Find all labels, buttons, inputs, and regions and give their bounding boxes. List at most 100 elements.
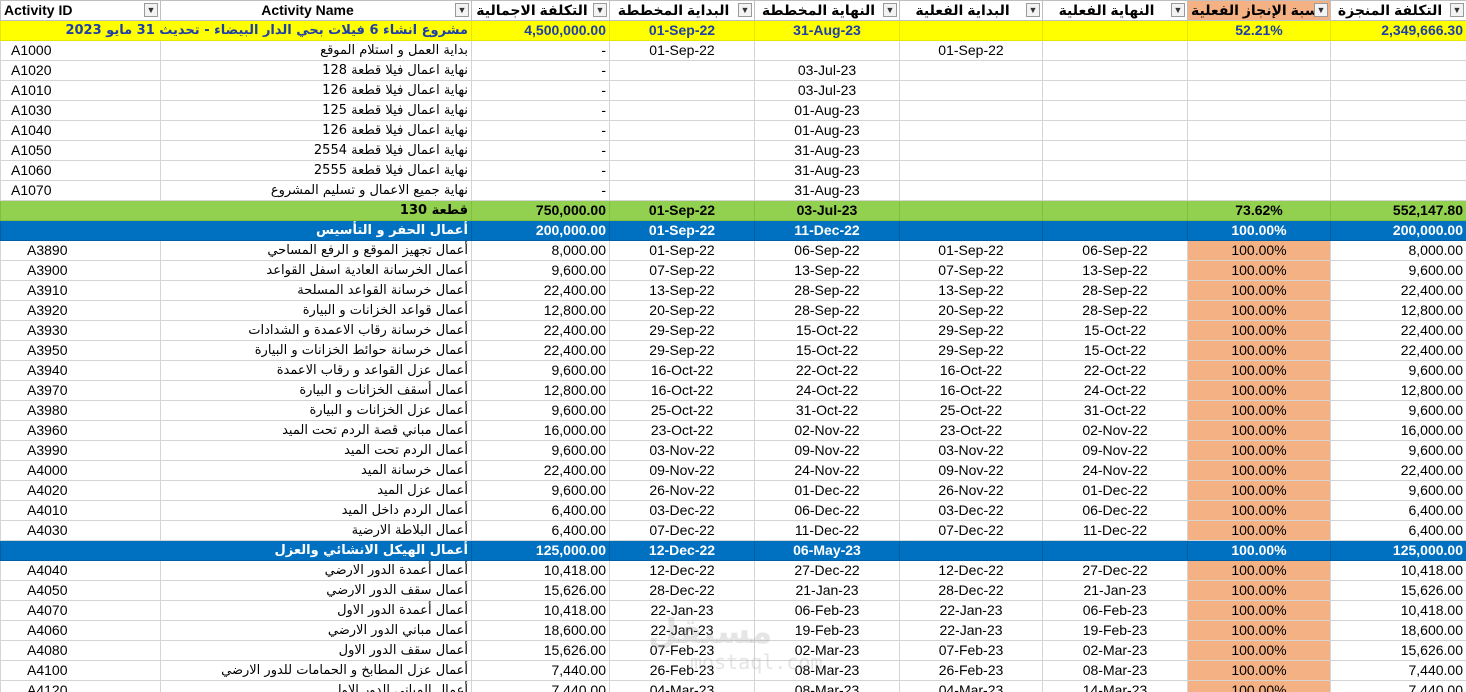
cell-activity-name[interactable]: أعمال الخرسانة العادية اسفل القواعد <box>160 260 472 281</box>
cell-planned-finish[interactable]: 08-Mar-23 <box>754 680 900 692</box>
cell-activity-id[interactable]: A4060 <box>0 620 161 641</box>
cell-activity-name[interactable]: أعمال سقف الدور الارضي <box>160 580 472 601</box>
phase-summary-row[interactable]: أعمال الهيكل الانشائي والعزل 125,000.00 12… <box>0 540 1466 561</box>
cell-planned-start[interactable]: 07-Sep-22 <box>609 260 755 281</box>
cell-activity-name[interactable]: بداية العمل و استلام الموقع <box>160 40 472 61</box>
cell-activity-id[interactable]: A4030 <box>0 520 161 541</box>
cell-actual-pct[interactable] <box>1187 140 1331 161</box>
cell-total-cost[interactable]: 200,000.00 <box>471 220 610 241</box>
cell-actual-start[interactable]: 29-Sep-22 <box>899 340 1043 361</box>
cell-planned-start[interactable]: 25-Oct-22 <box>609 400 755 421</box>
cell-activity-id[interactable]: A3940 <box>0 360 161 381</box>
cell-planned-start[interactable]: 03-Nov-22 <box>609 440 755 461</box>
cell-actual-finish[interactable]: 28-Sep-22 <box>1042 280 1188 301</box>
cell-activity-id[interactable]: A3910 <box>0 280 161 301</box>
cell-actual-finish[interactable]: 21-Jan-23 <box>1042 580 1188 601</box>
cell-actual-start[interactable]: 26-Feb-23 <box>899 660 1043 681</box>
table-row[interactable]: A3910 أعمال خرسانة القواعد المسلحة 22,400.… <box>0 280 1466 301</box>
cell-actual-start[interactable] <box>899 200 1043 221</box>
table-row[interactable]: A4020 أعمال عزل الميد 9,600.00 26-Nov-22 01-… <box>0 480 1466 501</box>
table-row[interactable]: A3950 أعمال خرسانة حوائط الخزانات و البيا… <box>0 340 1466 361</box>
table-row[interactable]: A4070 أعمال أعمدة الدور الاول 10,418.00 22-… <box>0 600 1466 621</box>
cell-planned-finish[interactable]: 02-Mar-23 <box>754 640 900 661</box>
cell-earned-cost[interactable]: 9,600.00 <box>1330 400 1466 421</box>
cell-actual-pct[interactable]: 100.00% <box>1187 280 1331 301</box>
cell-total-cost[interactable]: 22,400.00 <box>471 340 610 361</box>
table-row[interactable]: A1070 نهاية جميع الاعمال و تسليم المشروع -… <box>0 180 1466 201</box>
cell-planned-start[interactable]: 13-Sep-22 <box>609 280 755 301</box>
cell-actual-start[interactable] <box>899 180 1043 201</box>
cell-earned-cost[interactable]: 15,626.00 <box>1330 580 1466 601</box>
cell-activity-name[interactable]: أعمال تجهيز الموقع و الرفع المساحي <box>160 240 472 261</box>
cell-total-cost[interactable]: - <box>471 100 610 121</box>
filter-dropdown-icon[interactable]: ▼ <box>455 3 469 17</box>
cell-actual-finish[interactable]: 01-Dec-22 <box>1042 480 1188 501</box>
cell-actual-start[interactable]: 22-Jan-23 <box>899 600 1043 621</box>
cell-actual-pct[interactable]: 100.00% <box>1187 460 1331 481</box>
project-title-cell[interactable]: مشروع انشاء 6 فيلات بحي الدار البيضاء - … <box>0 20 472 41</box>
cell-planned-finish[interactable]: 31-Aug-23 <box>754 20 900 41</box>
phase-summary-row[interactable]: أعمال الحفر و التأسيس 200,000.00 01-Sep-22… <box>0 220 1466 241</box>
cell-earned-cost[interactable]: 12,800.00 <box>1330 300 1466 321</box>
cell-planned-finish[interactable]: 24-Oct-22 <box>754 380 900 401</box>
cell-planned-finish[interactable]: 06-May-23 <box>754 540 900 561</box>
cell-activity-id[interactable]: A1050 <box>0 140 161 161</box>
cell-actual-finish[interactable]: 27-Dec-22 <box>1042 560 1188 581</box>
table-row[interactable]: A1030 نهاية اعمال فيلا قطعة 125- 01-Aug-23 <box>0 100 1466 121</box>
cell-actual-finish[interactable] <box>1042 220 1188 241</box>
cell-planned-finish[interactable]: 31-Aug-23 <box>754 160 900 181</box>
table-row[interactable]: A3930 أعمال خرسانة رقاب الاعمدة و الشدادا… <box>0 320 1466 341</box>
cell-actual-finish[interactable]: 09-Nov-22 <box>1042 440 1188 461</box>
cell-earned-cost[interactable]: 18,600.00 <box>1330 620 1466 641</box>
cell-planned-finish[interactable]: 15-Oct-22 <box>754 320 900 341</box>
cell-activity-id[interactable]: A4100 <box>0 660 161 681</box>
cell-actual-start[interactable] <box>899 220 1043 241</box>
cell-actual-finish[interactable]: 31-Oct-22 <box>1042 400 1188 421</box>
filter-dropdown-icon[interactable]: ▼ <box>738 3 752 17</box>
cell-planned-finish[interactable]: 03-Jul-23 <box>754 80 900 101</box>
cell-activity-id[interactable]: A3980 <box>0 400 161 421</box>
table-row[interactable]: A4000 أعمال خرسانة الميد 22,400.00 09-Nov-2… <box>0 460 1466 481</box>
cell-activity-name[interactable]: أعمال مباني قصة الردم تحت الميد <box>160 420 472 441</box>
cell-actual-finish[interactable]: 06-Feb-23 <box>1042 600 1188 621</box>
cell-actual-pct[interactable] <box>1187 100 1331 121</box>
cell-planned-finish[interactable]: 13-Sep-22 <box>754 260 900 281</box>
table-row[interactable]: A1050 نهاية اعمال فيلا قطعة 2554- 31-Aug-2… <box>0 140 1466 161</box>
filter-dropdown-icon[interactable]: ▼ <box>593 3 607 17</box>
cell-actual-finish[interactable] <box>1042 540 1188 561</box>
cell-planned-finish[interactable]: 28-Sep-22 <box>754 300 900 321</box>
cell-actual-pct[interactable]: 100.00% <box>1187 260 1331 281</box>
cell-actual-pct[interactable]: 100.00% <box>1187 320 1331 341</box>
cell-actual-pct[interactable]: 100.00% <box>1187 500 1331 521</box>
cell-activity-name[interactable]: نهاية اعمال فيلا قطعة 2555 <box>160 160 472 181</box>
cell-earned-cost[interactable]: 125,000.00 <box>1330 540 1466 561</box>
cell-planned-start[interactable]: 12-Dec-22 <box>609 540 755 561</box>
cell-actual-finish[interactable] <box>1042 60 1188 81</box>
filter-dropdown-icon[interactable]: ▼ <box>1314 3 1328 17</box>
cell-actual-pct[interactable]: 100.00% <box>1187 580 1331 601</box>
cell-actual-start[interactable] <box>899 20 1043 41</box>
cell-total-cost[interactable]: 9,600.00 <box>471 440 610 461</box>
cell-planned-finish[interactable]: 09-Nov-22 <box>754 440 900 461</box>
cell-total-cost[interactable]: 18,600.00 <box>471 620 610 641</box>
cell-planned-start[interactable] <box>609 160 755 181</box>
cell-actual-pct[interactable]: 100.00% <box>1187 640 1331 661</box>
table-row[interactable]: A4010 أعمال الردم داخل الميد 6,400.00 03-De… <box>0 500 1466 521</box>
cell-planned-start[interactable] <box>609 120 755 141</box>
table-row[interactable]: A3940 أعمال عزل القواعد و رقاب الاعمدة 9,6… <box>0 360 1466 381</box>
cell-planned-start[interactable]: 16-Oct-22 <box>609 380 755 401</box>
cell-earned-cost[interactable]: 552,147.80 <box>1330 200 1466 221</box>
cell-actual-start[interactable]: 13-Sep-22 <box>899 280 1043 301</box>
cell-actual-finish[interactable]: 24-Nov-22 <box>1042 460 1188 481</box>
table-row[interactable]: A4060 أعمال مباني الدور الارضي 18,600.00 22… <box>0 620 1466 641</box>
cell-earned-cost[interactable]: 6,400.00 <box>1330 520 1466 541</box>
cell-planned-finish[interactable]: 11-Dec-22 <box>754 520 900 541</box>
filter-dropdown-icon[interactable]: ▼ <box>1026 3 1040 17</box>
cell-earned-cost[interactable] <box>1330 140 1466 161</box>
cell-total-cost[interactable]: 12,800.00 <box>471 300 610 321</box>
cell-total-cost[interactable]: 6,400.00 <box>471 500 610 521</box>
cell-actual-pct[interactable] <box>1187 60 1331 81</box>
cell-activity-name[interactable]: أعمال المباني الدور الاول <box>160 680 472 692</box>
cell-planned-finish[interactable]: 11-Dec-22 <box>754 220 900 241</box>
cell-earned-cost[interactable]: 9,600.00 <box>1330 360 1466 381</box>
